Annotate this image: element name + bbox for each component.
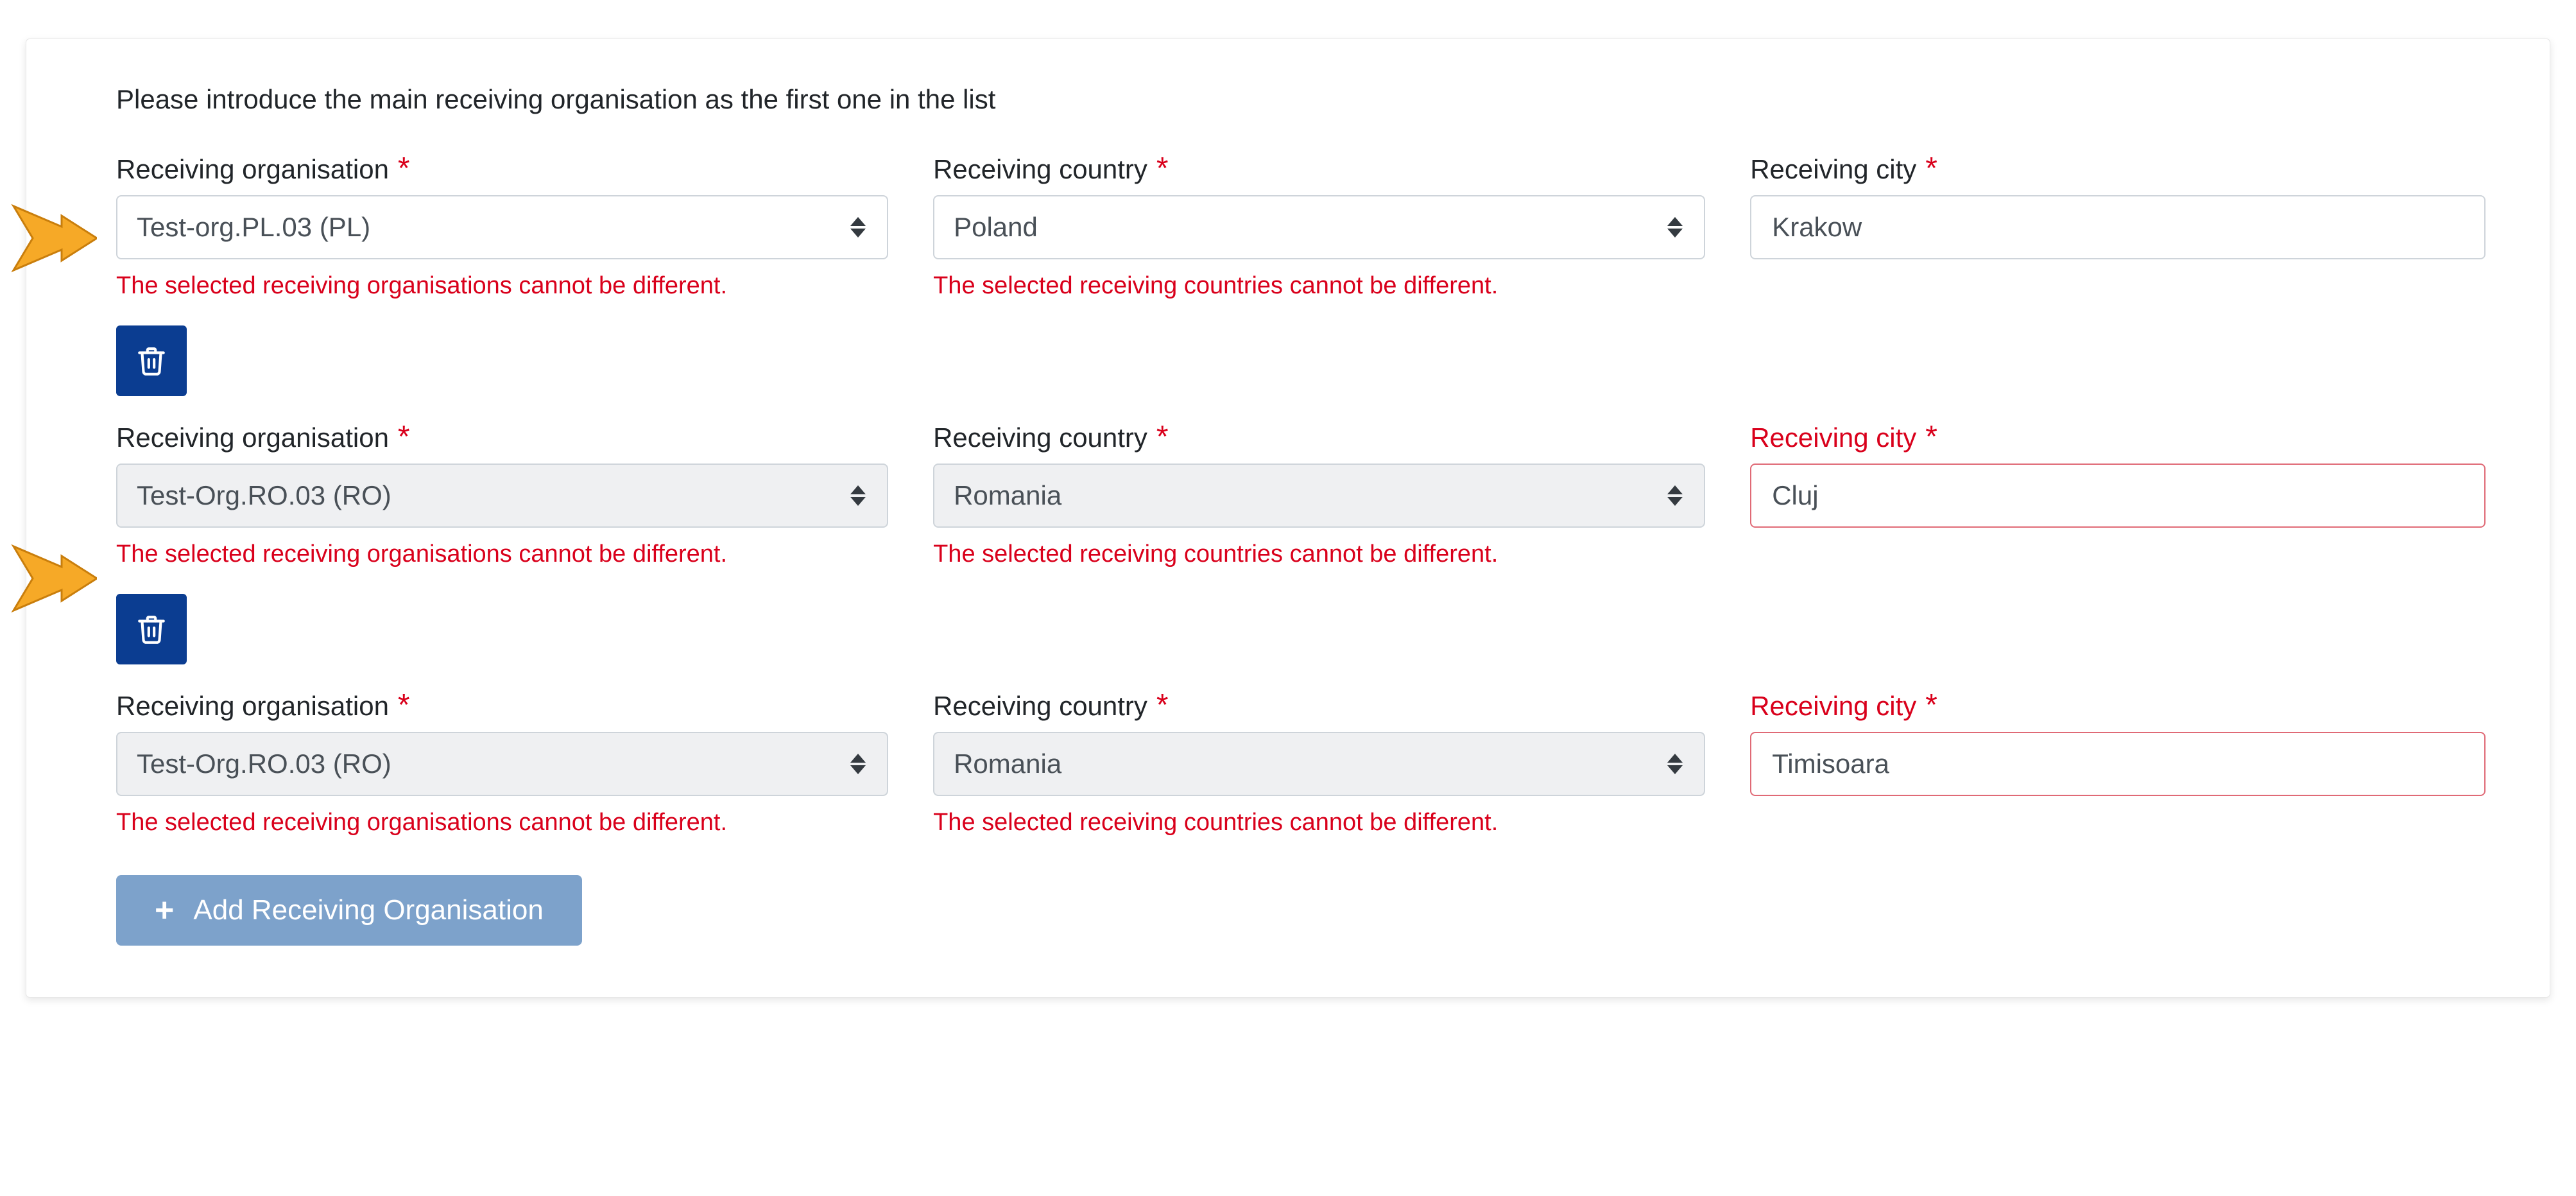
organisation-block: Receiving organisation* Test-Org.RO.03 (R… (116, 325, 2486, 568)
delete-row-button[interactable] (116, 325, 187, 396)
organisation-row: Receiving organisation* Test-org.PL.03 (P… (116, 153, 2486, 300)
add-receiving-organisation-button[interactable]: + Add Receiving Organisation (116, 875, 582, 946)
organisation-row: Receiving organisation* Test-Org.RO.03 (R… (116, 422, 2486, 568)
field-error: The selected receiving organisations can… (116, 272, 888, 300)
field-label: Receiving country* (933, 690, 1705, 722)
select-value: Test-Org.RO.03 (RO) (137, 480, 391, 511)
field-label: Receiving organisation* (116, 422, 888, 453)
select-caret-icon (848, 213, 868, 241)
required-asterisk: * (398, 422, 410, 453)
receiving-city-input[interactable] (1771, 211, 2465, 243)
required-asterisk: * (1925, 153, 1937, 184)
receiving-city-input[interactable] (1771, 480, 2465, 512)
pointer-arrow-icon (7, 540, 97, 617)
receiving-city-input[interactable] (1771, 748, 2465, 780)
field-label: Receiving city* (1750, 422, 2486, 453)
receiving-organisation-field: Receiving organisation* Test-Org.RO.03 (R… (116, 690, 888, 836)
required-asterisk: * (1156, 422, 1169, 453)
organisation-block: Receiving organisation* Test-Org.RO.03 (R… (116, 594, 2486, 836)
field-error: The selected receiving countries cannot … (933, 809, 1705, 836)
select-caret-icon (1665, 481, 1685, 510)
select-caret-icon (1665, 750, 1685, 778)
add-button-label: Add Receiving Organisation (193, 894, 543, 926)
intro-text: Please introduce the main receiving orga… (116, 84, 2486, 115)
select-value: Test-Org.RO.03 (RO) (137, 749, 391, 779)
receiving-country-select[interactable]: Romania (933, 464, 1705, 528)
rows-container: Receiving organisation* Test-org.PL.03 (P… (116, 153, 2486, 836)
plus-icon: + (155, 894, 174, 927)
required-asterisk: * (1925, 690, 1937, 721)
field-error: The selected receiving organisations can… (116, 809, 888, 836)
required-asterisk: * (1156, 153, 1169, 184)
receiving-organisation-select[interactable]: Test-Org.RO.03 (RO) (116, 732, 888, 796)
required-asterisk: * (398, 153, 410, 184)
receiving-organisation-field: Receiving organisation* Test-Org.RO.03 (R… (116, 422, 888, 568)
receiving-city-input-wrapper (1750, 195, 2486, 259)
required-asterisk: * (398, 690, 410, 721)
select-value: Poland (954, 212, 1038, 243)
field-label: Receiving organisation* (116, 153, 888, 185)
receiving-organisation-select[interactable]: Test-Org.RO.03 (RO) (116, 464, 888, 528)
receiving-country-field: Receiving country* Romania The selected re… (933, 422, 1705, 568)
receiving-country-select[interactable]: Romania (933, 732, 1705, 796)
receiving-city-field: Receiving city* (1750, 153, 2486, 300)
select-value: Romania (954, 749, 1061, 779)
field-error: The selected receiving organisations can… (116, 541, 888, 568)
receiving-organisation-select[interactable]: Test-org.PL.03 (PL) (116, 195, 888, 259)
form-card: Please introduce the main receiving orga… (26, 39, 2550, 998)
receiving-city-field: Receiving city* (1750, 422, 2486, 568)
receiving-organisation-field: Receiving organisation* Test-org.PL.03 (P… (116, 153, 888, 300)
required-asterisk: * (1925, 422, 1937, 453)
organisation-block: Receiving organisation* Test-org.PL.03 (P… (116, 153, 2486, 300)
delete-row-button[interactable] (116, 594, 187, 664)
receiving-country-select[interactable]: Poland (933, 195, 1705, 259)
select-caret-icon (848, 481, 868, 510)
field-label: Receiving city* (1750, 153, 2486, 185)
select-value: Test-org.PL.03 (PL) (137, 212, 370, 243)
receiving-city-input-wrapper (1750, 464, 2486, 528)
field-label: Receiving city* (1750, 690, 2486, 722)
receiving-country-field: Receiving country* Romania The selected re… (933, 690, 1705, 836)
field-label: Receiving country* (933, 153, 1705, 185)
field-label: Receiving country* (933, 422, 1705, 453)
field-label: Receiving organisation* (116, 690, 888, 722)
field-error: The selected receiving countries cannot … (933, 541, 1705, 568)
required-asterisk: * (1156, 690, 1169, 721)
receiving-country-field: Receiving country* Poland The selected rec… (933, 153, 1705, 300)
field-error: The selected receiving countries cannot … (933, 272, 1705, 300)
organisation-row: Receiving organisation* Test-Org.RO.03 (R… (116, 690, 2486, 836)
receiving-city-field: Receiving city* (1750, 690, 2486, 836)
select-caret-icon (848, 750, 868, 778)
pointer-arrow-icon (7, 200, 97, 277)
select-value: Romania (954, 480, 1061, 511)
select-caret-icon (1665, 213, 1685, 241)
receiving-city-input-wrapper (1750, 732, 2486, 796)
